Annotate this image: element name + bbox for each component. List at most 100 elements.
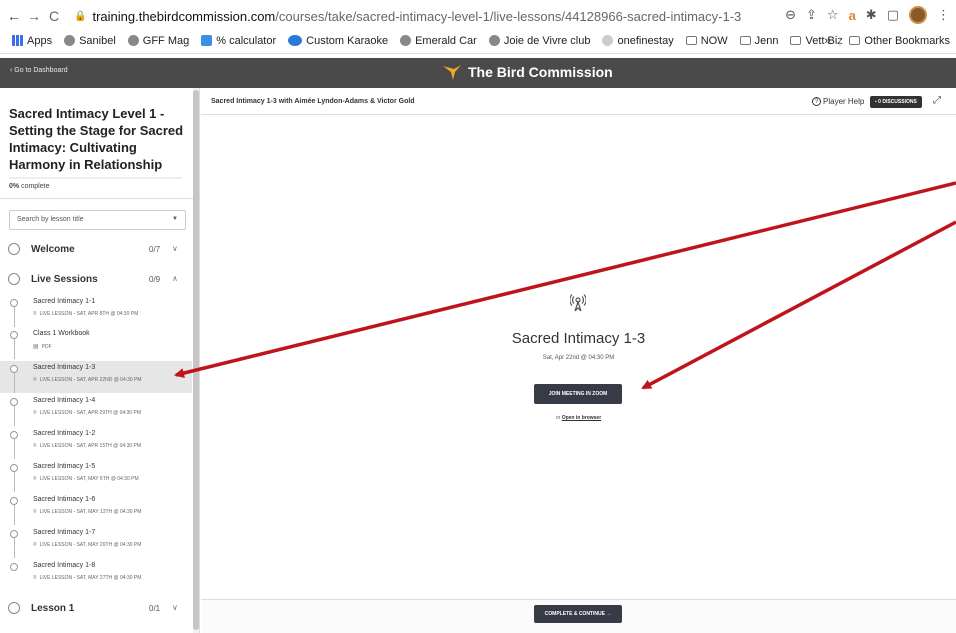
globe-icon	[127, 35, 139, 46]
amazon-extension-icon[interactable]: a	[849, 8, 856, 23]
section-welcome[interactable]: Welcome 0/7 ∨	[0, 235, 192, 265]
progress-percent: 0%	[9, 183, 20, 190]
bird-logo-icon	[443, 65, 461, 80]
lesson-item-active[interactable]: Sacred Intimacy 1-3 ⌾ LIVE LESSON - SAT, …	[0, 361, 192, 393]
help-icon: ?	[812, 97, 821, 106]
brand[interactable]: The Bird Commission	[442, 63, 613, 81]
bookmark-sanibel[interactable]: Sanibel	[64, 35, 116, 47]
bookmark-now[interactable]: NOW	[685, 35, 728, 47]
live-pin-icon: ⌾	[33, 443, 37, 449]
divider	[0, 198, 199, 199]
section-live-sessions[interactable]: Live Sessions 0/9 ∧	[0, 265, 192, 295]
timeline-line	[14, 439, 15, 459]
bookmark-onefinestay[interactable]: onefinestay	[602, 35, 674, 47]
lesson-content: Sacred Intimacy 1-3 with Aimée Lyndon-Ad…	[201, 88, 956, 633]
join-zoom-button[interactable]: JOIN MEETING IN ZOOM	[534, 384, 622, 404]
section-status-icon	[8, 602, 20, 614]
title-divider	[9, 177, 182, 179]
browser-toolbar-icons: ⊖ ⇪ ☆ a ✱ ▢ ⋮	[785, 6, 950, 24]
lesson-status-icon	[10, 299, 18, 307]
lesson-status-icon	[10, 398, 18, 406]
bookmark-calculator[interactable]: % calculator	[201, 35, 276, 47]
timeline-line	[14, 307, 15, 327]
lesson-search-input[interactable]: Search by lesson title ▼	[9, 210, 186, 230]
share-icon[interactable]: ⇪	[806, 7, 817, 23]
course-title: Sacred Intimacy Level 1 - Setting the St…	[9, 106, 184, 172]
section-status-icon	[8, 273, 20, 285]
url-field[interactable]: 🔒 training.thebirdcommission.com /course…	[74, 9, 741, 24]
lesson-status-icon	[10, 563, 18, 571]
scrollbar-thumb[interactable]	[193, 90, 199, 630]
section-lesson-1[interactable]: Lesson 1 0/1 ∨	[0, 594, 192, 624]
other-bookmarks[interactable]: Other Bookmarks	[849, 35, 950, 47]
reload-button[interactable]: C	[44, 8, 64, 24]
lesson-item[interactable]: Sacred Intimacy 1-2 ⌾ LIVE LESSON - SAT, …	[0, 427, 192, 459]
lesson-item[interactable]: Sacred Intimacy 1-1 ⌾ LIVE LESSON - SAT, …	[0, 295, 192, 327]
lesson-header-title: Sacred Intimacy 1-3 with Aimée Lyndon-Ad…	[211, 98, 415, 105]
chevron-down-icon: ∨	[172, 603, 178, 612]
timeline-line	[14, 339, 15, 359]
expand-icon[interactable]: ⤢	[933, 95, 941, 106]
globe-icon	[400, 35, 412, 46]
menu-icon[interactable]: ⋮	[937, 7, 950, 23]
bookmarks-overflow-button[interactable]: »	[824, 35, 830, 47]
bookmark-gff-mag[interactable]: GFF Mag	[127, 35, 189, 47]
lesson-item[interactable]: Sacred Intimacy 1-6 ⌾ LIVE LESSON - SAT, …	[0, 493, 192, 525]
bookmark-star-icon[interactable]: ☆	[827, 7, 839, 23]
complete-continue-button[interactable]: COMPLETE & CONTINUE →	[534, 605, 622, 623]
forward-button[interactable]: →	[24, 8, 44, 24]
sidebar-scrollbar[interactable]	[193, 88, 199, 633]
lesson-footer: COMPLETE & CONTINUE →	[201, 599, 956, 633]
extensions-icon[interactable]: ✱	[866, 7, 877, 23]
lesson-item[interactable]: Class 1 Workbook ▤ PDF	[0, 327, 192, 359]
chevron-up-icon: ∧	[172, 274, 178, 283]
bookmark-joie[interactable]: Joie de Vivre club	[488, 35, 590, 47]
bookmark-apps[interactable]: Apps	[12, 35, 52, 47]
folder-icon	[790, 36, 802, 45]
lesson-item[interactable]: Sacred Intimacy 1-5 ⌾ LIVE LESSON - SAT, …	[0, 460, 192, 492]
player-help-link[interactable]: ? Player Help	[812, 97, 864, 106]
lesson-status-icon	[10, 431, 18, 439]
caret-down-icon: ▼	[172, 216, 178, 222]
calculator-icon	[201, 35, 213, 46]
lesson-status-icon	[10, 464, 18, 472]
zoom-icon[interactable]: ⊖	[785, 7, 796, 23]
back-button[interactable]: ←	[4, 8, 24, 24]
bookmark-emerald-car[interactable]: Emerald Car	[400, 35, 477, 47]
timeline-line	[14, 472, 15, 492]
broadcast-icon	[570, 294, 586, 312]
timeline-line	[14, 373, 15, 393]
open-in-browser-link[interactable]: Open in browser	[562, 415, 601, 421]
lesson-status-icon	[10, 331, 18, 339]
sidepanel-icon[interactable]: ▢	[887, 7, 899, 23]
live-lesson-stage: Sacred Intimacy 1-3 Sat, Apr 22nd @ 04:3…	[201, 115, 956, 599]
timeline-line	[14, 538, 15, 558]
bookmarks-bar: Apps Sanibel GFF Mag % calculator Custom…	[0, 28, 956, 54]
bookmark-jenn[interactable]: Jenn	[739, 35, 778, 47]
live-pin-icon: ⌾	[33, 476, 37, 482]
onefinestay-icon	[602, 35, 614, 46]
globe-icon	[488, 35, 500, 46]
lesson-status-icon	[10, 365, 18, 373]
chevron-down-icon: ∨	[172, 244, 178, 253]
folder-icon	[739, 36, 751, 45]
bookmark-karaoke[interactable]: Custom Karaoke	[288, 35, 388, 47]
folder-icon	[849, 36, 861, 45]
lesson-item[interactable]: Sacred Intimacy 1-8 ⌾ LIVE LESSON - SAT, …	[0, 559, 192, 591]
pdf-icon: ▤	[33, 344, 39, 350]
lesson-status-icon	[10, 497, 18, 505]
live-pin-icon: ⌾	[33, 410, 37, 416]
site-header: ‹ Go to Dashboard The Bird Commission	[0, 58, 956, 88]
live-lesson-title: Sacred Intimacy 1-3	[511, 330, 646, 347]
url-path: /courses/take/sacred-intimacy-level-1/li…	[275, 8, 742, 24]
progress-label: complete	[19, 183, 50, 190]
discussions-button[interactable]: ▪ 0 DISCUSSIONS	[870, 96, 922, 108]
go-to-dashboard-link[interactable]: ‹ Go to Dashboard	[10, 67, 68, 74]
lesson-item[interactable]: Sacred Intimacy 1-4 ⌾ LIVE LESSON - SAT, …	[0, 394, 192, 426]
lock-icon: 🔒	[74, 10, 87, 22]
profile-avatar[interactable]	[909, 6, 927, 24]
folder-icon	[685, 36, 697, 45]
lesson-status-icon	[10, 530, 18, 538]
lesson-item[interactable]: Sacred Intimacy 1-7 ⌾ LIVE LESSON - SAT, …	[0, 526, 192, 558]
live-pin-icon: ⌾	[33, 311, 37, 317]
